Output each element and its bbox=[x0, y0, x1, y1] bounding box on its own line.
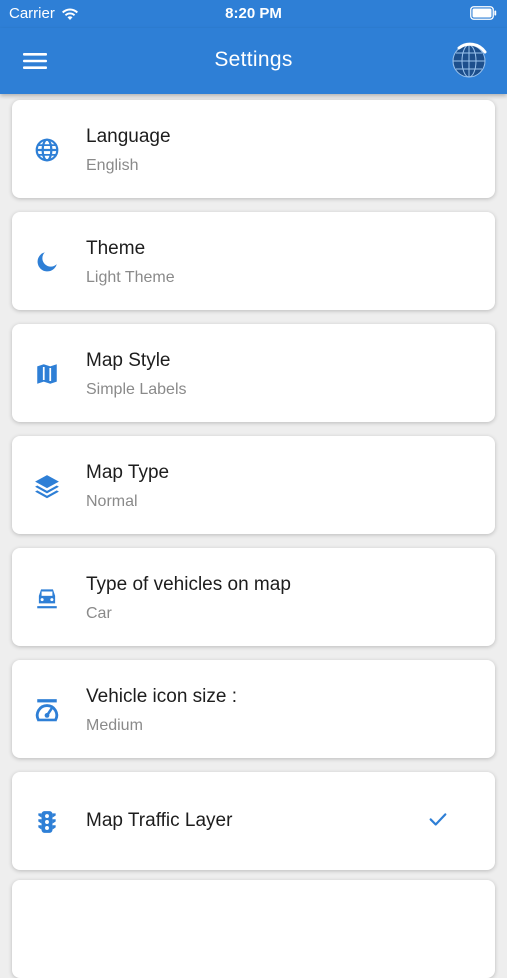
setting-value: Simple Labels bbox=[86, 381, 187, 398]
setting-value: Normal bbox=[86, 493, 138, 510]
layers-icon bbox=[35, 475, 59, 499]
speedometer-icon bbox=[35, 699, 59, 722]
app-bar: Settings bbox=[0, 28, 507, 94]
setting-value: Light Theme bbox=[86, 269, 175, 286]
setting-value: Medium bbox=[86, 717, 143, 734]
setting-title: Map Style bbox=[86, 350, 171, 371]
setting-map-traffic-layer[interactable]: Map Traffic Layer bbox=[12, 772, 495, 870]
status-bar: Carrier 8:20 PM bbox=[0, 0, 507, 28]
setting-next-partial[interactable] bbox=[12, 880, 495, 978]
page-title: Settings bbox=[214, 48, 293, 71]
checkmark-icon[interactable] bbox=[427, 808, 449, 830]
battery-icon bbox=[470, 6, 497, 20]
setting-vehicle-icon-size[interactable]: Vehicle icon size : Medium bbox=[12, 660, 495, 758]
setting-value: Car bbox=[86, 605, 112, 622]
moon-icon bbox=[37, 252, 57, 272]
setting-title: Map Traffic Layer bbox=[86, 810, 233, 831]
setting-title: Vehicle icon size : bbox=[86, 686, 238, 707]
traffic-light-icon bbox=[38, 811, 56, 833]
setting-value: English bbox=[86, 157, 139, 174]
setting-title: Map Type bbox=[86, 462, 170, 483]
setting-language[interactable]: Language English bbox=[12, 100, 495, 198]
car-icon bbox=[37, 589, 57, 609]
globe-icon bbox=[35, 138, 59, 162]
setting-title: Type of vehicles on map bbox=[86, 574, 291, 595]
setting-title: Language bbox=[86, 126, 171, 147]
setting-map-style[interactable]: Map Style Simple Labels bbox=[12, 324, 495, 422]
status-time: 8:20 PM bbox=[225, 5, 282, 22]
setting-vehicle-type[interactable]: Type of vehicles on map Car bbox=[12, 548, 495, 646]
setting-theme[interactable]: Theme Light Theme bbox=[12, 212, 495, 310]
app-logo-globe-icon bbox=[452, 42, 487, 78]
map-icon bbox=[37, 364, 57, 384]
setting-title: Theme bbox=[86, 238, 146, 259]
setting-map-type[interactable]: Map Type Normal bbox=[12, 436, 495, 534]
